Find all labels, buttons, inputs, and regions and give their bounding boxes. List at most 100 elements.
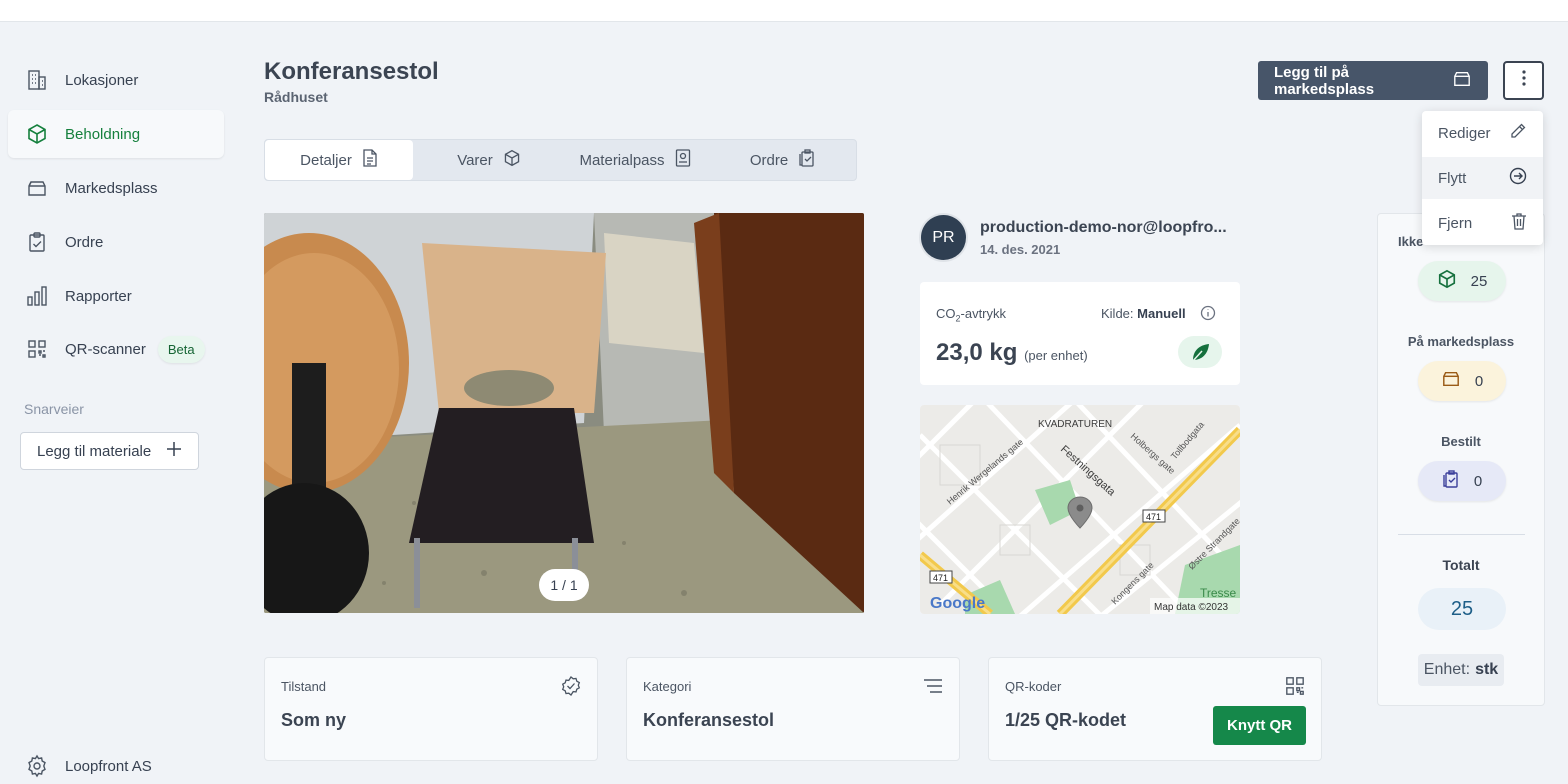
ordered-count-badge: 0 bbox=[1418, 461, 1506, 501]
co2-card: CO2-avtrykk Kilde: Manuell 23,0 kg (per … bbox=[920, 282, 1240, 385]
more-options-button[interactable] bbox=[1503, 61, 1544, 100]
stat-label-ordered: Bestilt bbox=[1441, 434, 1481, 449]
google-logo: Google bbox=[930, 595, 985, 612]
qr-codes-label: QR-koder bbox=[1005, 679, 1062, 694]
more-options-menu: Rediger Flytt Fjern bbox=[1422, 111, 1543, 245]
arrow-right-circle-icon bbox=[1509, 167, 1527, 189]
organization-name: Loopfront AS bbox=[65, 757, 152, 775]
info-icon[interactable] bbox=[1200, 305, 1216, 326]
category-label: Kategori bbox=[643, 679, 692, 694]
marketplace-count-badge: 0 bbox=[1418, 361, 1506, 401]
unit-display: Enhet: stk bbox=[1418, 654, 1504, 686]
clipboard-copy-icon bbox=[1442, 470, 1460, 492]
add-material-button[interactable]: Legg til materiale bbox=[20, 432, 199, 470]
sidebar-item-label: Rapporter bbox=[65, 287, 132, 305]
tab-bar: Detaljer Varer Materialpass Ordre bbox=[264, 139, 857, 181]
co2-label: CO2-avtrykk bbox=[936, 306, 1007, 324]
sidebar-item-markedsplass[interactable]: Markedsplass bbox=[8, 164, 224, 212]
clipboard-check-icon bbox=[25, 230, 49, 254]
cube-icon bbox=[1437, 269, 1457, 293]
storage-icon bbox=[1441, 370, 1461, 392]
add-material-label: Legg til materiale bbox=[37, 442, 152, 460]
building-icon bbox=[25, 68, 49, 92]
qr-codes-card: QR-koder 1/25 QR-kodet Knytt QR bbox=[988, 657, 1322, 761]
map-label-place: Tresse bbox=[1200, 586, 1237, 600]
owner-date: 14. des. 2021 bbox=[980, 242, 1061, 257]
clipboard-copy-icon bbox=[798, 149, 816, 171]
menu-item-label: Rediger bbox=[1438, 124, 1491, 142]
leaf-icon bbox=[1178, 336, 1222, 368]
menu-item-label: Flytt bbox=[1438, 169, 1467, 187]
condition-value: Som ny bbox=[281, 710, 347, 730]
sidebar-item-qr-scanner[interactable]: QR-scanner Beta bbox=[8, 325, 224, 373]
location-map[interactable]: KVADRATUREN Henrik Wergelands gate Festn… bbox=[920, 405, 1240, 614]
trash-icon bbox=[1511, 212, 1527, 234]
organization-settings[interactable]: Loopfront AS bbox=[25, 754, 152, 778]
document-icon bbox=[362, 149, 378, 171]
tab-label: Detaljer bbox=[300, 151, 352, 169]
tab-label: Varer bbox=[457, 151, 493, 169]
menu-lines-icon bbox=[923, 678, 943, 699]
category-card: Kategori Konferansestol bbox=[626, 657, 960, 761]
product-photo[interactable] bbox=[264, 213, 864, 613]
add-to-marketplace-label: Legg til på markedsplass bbox=[1274, 63, 1375, 98]
beta-badge: Beta bbox=[157, 335, 205, 363]
link-qr-button[interactable]: Knytt QR bbox=[1213, 706, 1306, 745]
shortcuts-heading: Snarveier bbox=[24, 401, 84, 417]
storage-icon bbox=[1452, 70, 1472, 92]
sidebar-item-label: Lokasjoner bbox=[65, 71, 139, 89]
sidebar-item-ordre[interactable]: Ordre bbox=[8, 218, 224, 266]
qr-code-icon bbox=[25, 337, 49, 361]
co2-source: Kilde: Manuell bbox=[1101, 306, 1186, 321]
sidebar-item-label: Beholdning bbox=[65, 125, 141, 143]
sidebar-item-label: Markedsplass bbox=[65, 179, 158, 197]
sidebar-item-beholdning[interactable]: Beholdning bbox=[8, 110, 224, 158]
avatar: PR bbox=[921, 215, 966, 260]
id-badge-icon bbox=[675, 149, 691, 171]
sidebar-item-rapporter[interactable]: Rapporter bbox=[8, 272, 224, 320]
tab-label: Ordre bbox=[749, 151, 789, 169]
sidebar-item-lokasjoner[interactable]: Lokasjoner bbox=[8, 56, 224, 104]
gear-icon bbox=[25, 754, 49, 778]
available-count-badge: 25 bbox=[1418, 261, 1506, 301]
photo-counter: 1 / 1 bbox=[539, 569, 589, 601]
condition-label: Tilstand bbox=[281, 679, 327, 694]
menu-item-flytt[interactable]: Flytt bbox=[1422, 157, 1543, 199]
cube-icon bbox=[25, 122, 49, 146]
condition-card: Tilstand Som ny bbox=[264, 657, 598, 761]
plus-icon bbox=[166, 441, 182, 461]
sidebar-item-label: QR-scanner bbox=[65, 340, 146, 358]
bar-chart-icon bbox=[25, 284, 49, 308]
qr-code-icon bbox=[1285, 676, 1305, 701]
top-bar bbox=[0, 0, 1568, 22]
stat-label-available: Ikke bbox=[1398, 234, 1424, 249]
page-subtitle: Rådhuset bbox=[264, 89, 328, 105]
storage-icon bbox=[25, 176, 49, 200]
map-attribution: Map data ©2023 bbox=[1154, 602, 1229, 613]
total-count-badge: 25 bbox=[1418, 588, 1506, 630]
stat-label-total: Totalt bbox=[1442, 557, 1480, 573]
tab-varer[interactable]: Varer bbox=[415, 140, 563, 180]
co2-value: 23,0 kg (per enhet) bbox=[936, 339, 1088, 366]
badge-check-icon bbox=[561, 676, 581, 701]
divider bbox=[1398, 534, 1525, 535]
stat-label-marketplace: På markedsplass bbox=[1407, 334, 1515, 349]
kebab-icon bbox=[1521, 69, 1527, 92]
sidebar-item-label: Ordre bbox=[65, 233, 104, 251]
map-label-district: KVADRATUREN bbox=[1038, 419, 1112, 430]
menu-item-label: Fjern bbox=[1438, 214, 1473, 232]
stock-stats-panel: Ikke 25 På markedsplass 0 Bestilt 0 Tota… bbox=[1377, 213, 1545, 706]
tab-label: Materialpass bbox=[579, 151, 665, 169]
tab-materialpass[interactable]: Materialpass bbox=[561, 140, 709, 180]
category-value: Konferansestol bbox=[643, 710, 775, 730]
cube-icon bbox=[503, 149, 521, 171]
owner-email: production-demo-nor@loopfro... bbox=[980, 219, 1227, 236]
menu-item-rediger[interactable]: Rediger bbox=[1422, 112, 1543, 154]
map-road-number: 471 bbox=[933, 573, 948, 583]
add-to-marketplace-button[interactable]: Legg til på markedsplass bbox=[1258, 61, 1488, 100]
page-title: Konferansestol bbox=[264, 58, 439, 85]
map-road-number: 471 bbox=[1146, 512, 1161, 522]
tab-ordre[interactable]: Ordre bbox=[709, 140, 857, 180]
tab-detaljer[interactable]: Detaljer bbox=[265, 140, 413, 180]
menu-item-fjern[interactable]: Fjern bbox=[1422, 202, 1543, 244]
